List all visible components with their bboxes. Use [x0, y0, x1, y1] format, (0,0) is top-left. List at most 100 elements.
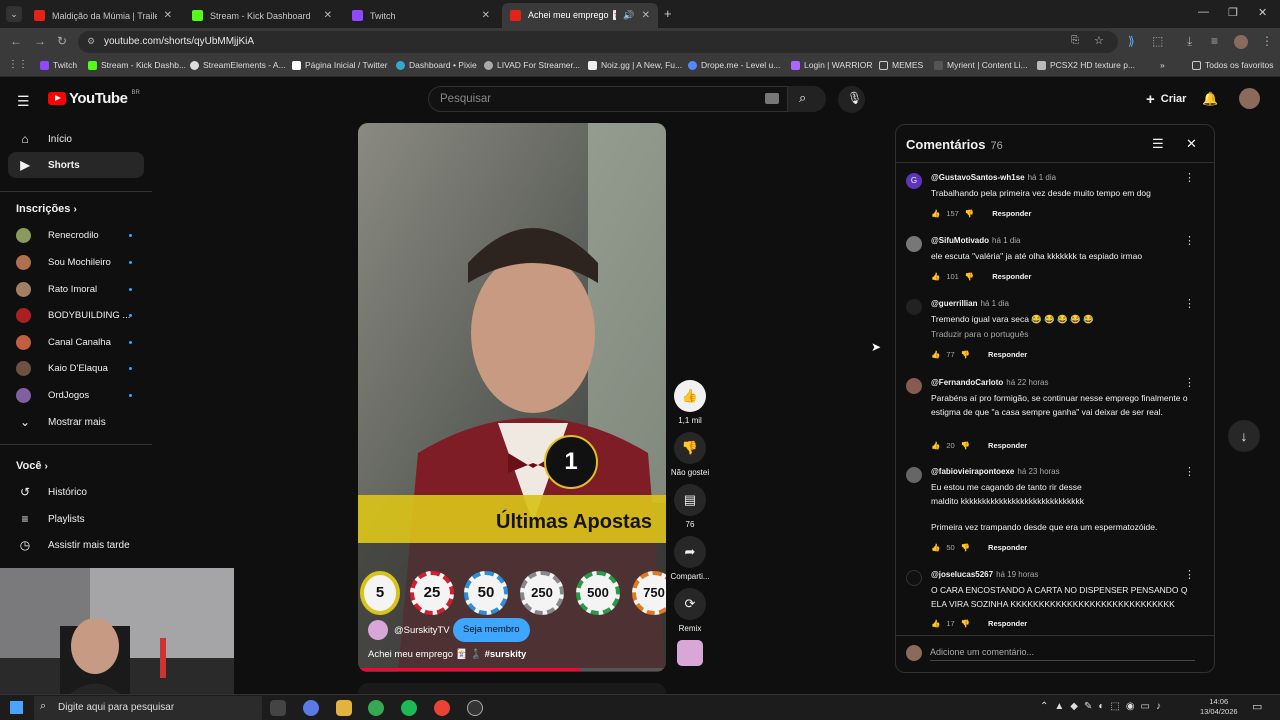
more-bookmarks-icon[interactable]: » — [1160, 60, 1165, 70]
sidebar-item-history[interactable]: ↺ Histórico — [8, 479, 144, 505]
youtube-logo[interactable]: YouTube BR — [48, 90, 140, 107]
download-icon[interactable]: ⤓ — [1187, 34, 1192, 49]
sidebar-item-watch-later[interactable]: ◷ Assistir mais tarde — [8, 532, 144, 558]
dislike-comment-icon[interactable]: 👎 — [961, 543, 970, 552]
install-icon[interactable]: ⎘ — [1071, 35, 1079, 46]
dislike-button[interactable]: 👎 Não gostei — [671, 432, 709, 477]
like-button[interactable]: 👍 1,1 mil — [673, 380, 707, 425]
hamburger-menu-icon[interactable]: ☰ — [17, 93, 30, 110]
comment-more-icon[interactable]: ⋮ — [1184, 376, 1195, 389]
sidebar-item-shorts[interactable]: ▶ Shorts — [8, 152, 144, 178]
sidebar-item-playlists[interactable]: ≡ Playlists — [8, 506, 144, 532]
close-tab-icon[interactable]: ✕ — [642, 10, 650, 21]
dislike-comment-icon[interactable]: 👎 — [965, 272, 974, 281]
channel-avatar[interactable] — [368, 620, 388, 640]
bookmark-item[interactable]: Dashboard • Pixie — [396, 60, 477, 70]
copilot-icon[interactable] — [303, 700, 319, 716]
close-tab-icon[interactable]: ✕ — [324, 10, 332, 21]
next-short-button[interactable]: ↓ — [1228, 420, 1260, 452]
extensions-icon[interactable]: ⬚ — [1152, 34, 1163, 48]
comment-more-icon[interactable]: ⋮ — [1184, 234, 1195, 247]
commenter-name[interactable]: @joselucas5267 — [931, 570, 993, 579]
commenter-avatar[interactable] — [906, 299, 922, 315]
new-tab-icon[interactable]: + — [664, 6, 672, 21]
bookmark-item[interactable]: Noiz.gg | A New, Fu... — [588, 60, 682, 70]
forward-icon[interactable]: → — [34, 34, 46, 48]
commenter-name[interactable]: @SifuMotivado — [931, 236, 989, 245]
clock[interactable]: 14:06 13/04/2026 — [1200, 697, 1238, 717]
sound-thumbnail[interactable] — [677, 640, 703, 666]
tab-search-icon[interactable]: ⌄ — [6, 6, 22, 22]
task-view-icon[interactable] — [270, 700, 286, 716]
apps-icon[interactable]: ⋮⋮ — [8, 59, 28, 70]
you-heading[interactable]: Você › — [16, 460, 48, 472]
commenter-name[interactable]: @FernandoCarloto — [931, 378, 1003, 387]
bookmark-item[interactable]: Página Inicial / Twitter — [292, 60, 388, 70]
media-icon[interactable]: ≡ — [1211, 34, 1218, 48]
bookmark-item[interactable]: PCSX2 HD texture p... — [1037, 60, 1135, 70]
audio-icon[interactable]: 🔊 — [623, 10, 634, 21]
subscription-item[interactable]: BODYBUILDING ... — [16, 306, 136, 324]
comments-button[interactable]: ▤ 76 — [673, 484, 707, 529]
share-button[interactable]: ➦ Comparti... — [670, 536, 710, 581]
commenter-name[interactable]: @GustavoSantos-wh1se — [931, 173, 1025, 182]
voice-search-button[interactable]: 🎙 — [838, 86, 865, 113]
profile-avatar[interactable] — [1234, 35, 1248, 49]
comment-more-icon[interactable]: ⋮ — [1184, 297, 1195, 310]
minimize-icon[interactable]: — — [1198, 6, 1209, 18]
file-explorer-icon[interactable] — [336, 700, 352, 716]
bookmark-folder[interactable]: MEMES — [879, 60, 923, 70]
commenter-name[interactable]: @fabiovieirapontoexe — [931, 467, 1014, 476]
reply-button[interactable]: Responder — [992, 209, 1031, 218]
reply-button[interactable]: Responder — [988, 543, 1027, 552]
add-comment-input[interactable]: Adicione um comentário... — [930, 643, 1195, 661]
bookmark-item[interactable]: Myrient | Content Li... — [934, 60, 1028, 70]
subscription-item[interactable]: OrdJogos — [16, 386, 136, 404]
short-video-player[interactable]: 1 Últimas Apostas 5 25 50 250 500 750 @S… — [358, 123, 666, 672]
next-short-preview[interactable] — [358, 683, 666, 694]
close-tab-icon[interactable]: ✕ — [164, 10, 172, 21]
commenter-avatar[interactable] — [906, 378, 922, 394]
dislike-comment-icon[interactable]: 👎 — [965, 209, 974, 218]
reply-button[interactable]: Responder — [988, 350, 1027, 359]
system-tray-icons[interactable]: ⌃▲◆✎◐⬚◉▭♪ — [1040, 701, 1167, 712]
keyboard-icon[interactable] — [765, 93, 779, 104]
comment-more-icon[interactable]: ⋮ — [1184, 171, 1195, 184]
join-member-button[interactable]: Seja membro — [453, 618, 530, 642]
bookmark-item[interactable]: Drope.me - Level u... — [688, 60, 780, 70]
bookmark-item[interactable]: Login | WARRIOR — [791, 60, 873, 70]
subscriptions-heading[interactable]: Inscrições › — [16, 203, 77, 215]
bookmark-item[interactable]: Stream - Kick Dashb... — [88, 60, 186, 70]
bookmark-star-icon[interactable]: ☆ — [1094, 34, 1104, 47]
hashtag-link[interactable]: #surskity — [485, 649, 527, 660]
windows-start-icon[interactable] — [10, 701, 23, 714]
notifications-bell-icon[interactable]: 🔔 — [1202, 91, 1218, 107]
chrome-icon[interactable] — [368, 700, 384, 716]
browser-tab-3[interactable]: Twitch ✕ — [344, 3, 498, 28]
commenter-avatar[interactable] — [906, 570, 922, 586]
obs-icon[interactable] — [467, 700, 483, 716]
account-avatar[interactable] — [1239, 88, 1260, 109]
comment-more-icon[interactable]: ⋮ — [1184, 568, 1195, 581]
subscription-item[interactable]: Kaio D'Elaqua — [16, 359, 136, 377]
like-comment-icon[interactable]: 👍 — [931, 543, 940, 552]
like-comment-icon[interactable]: 👍 — [931, 272, 940, 281]
comment-more-icon[interactable]: ⋮ — [1184, 465, 1195, 478]
reply-button[interactable]: Responder — [988, 619, 1027, 628]
site-info-icon[interactable]: ⚙ — [87, 36, 95, 47]
browser-tab-1[interactable]: Maldição da Múmia | Trailer Ofi ✕ — [26, 3, 180, 28]
translate-link[interactable]: Traduzir para o português — [931, 329, 1029, 339]
sidebar-item-home[interactable]: ⌂ Início — [8, 126, 144, 152]
bookmark-item[interactable]: StreamElements - A... — [190, 60, 286, 70]
like-comment-icon[interactable]: 👍 — [931, 619, 940, 628]
commenter-avatar[interactable] — [906, 236, 922, 252]
back-icon[interactable]: ← — [10, 34, 22, 48]
reload-icon[interactable]: ↻ — [57, 34, 67, 48]
commenter-avatar[interactable]: G — [906, 173, 922, 189]
notification-center-icon[interactable]: ▭ — [1252, 700, 1262, 713]
dislike-comment-icon[interactable]: 👎 — [961, 619, 970, 628]
bookmark-item[interactable]: LIVAD For Streamer... — [484, 60, 580, 70]
video-progress-bar[interactable] — [358, 668, 666, 671]
extension-icon[interactable]: ⟫ — [1128, 34, 1135, 48]
subscription-item[interactable]: Canal Canalha — [16, 333, 136, 351]
